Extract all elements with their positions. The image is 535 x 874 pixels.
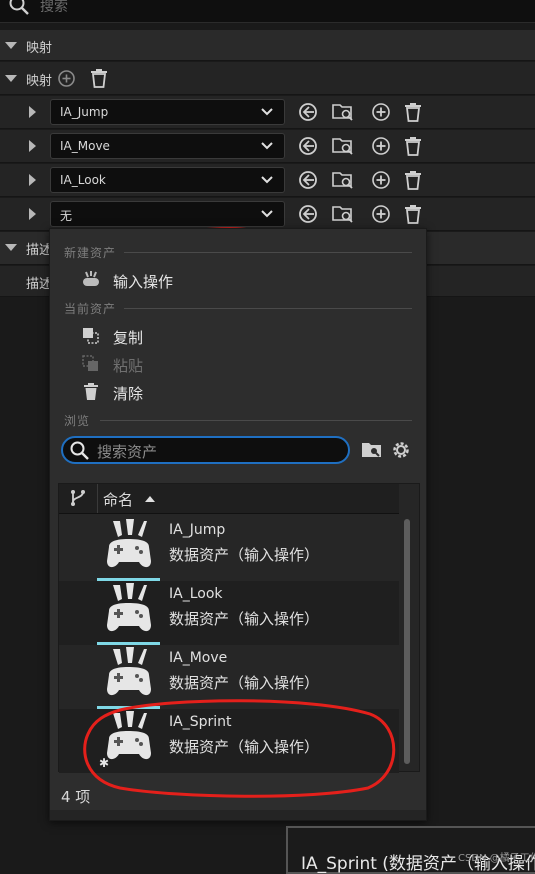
new-asset-header: 新建资产 — [64, 244, 412, 261]
asset-thumbnail — [97, 581, 160, 645]
asset-combo-box[interactable]: IA_Look — [50, 167, 285, 193]
browse-folder-icon[interactable] — [361, 441, 383, 459]
add-icon[interactable] — [371, 204, 391, 224]
add-element-icon[interactable] — [57, 69, 76, 88]
trash-icon[interactable] — [89, 68, 109, 88]
collapse-arrow-icon[interactable] — [5, 42, 17, 49]
trash-icon — [82, 383, 100, 401]
asset-combo-box[interactable]: IA_Jump — [50, 99, 285, 125]
asset-search-input[interactable]: 搜索资产 — [61, 436, 350, 464]
use-selected-icon[interactable] — [298, 136, 318, 156]
mapping-row: IA_Move — [0, 130, 535, 163]
chevron-down-icon — [260, 140, 274, 152]
collapse-arrow-icon[interactable] — [5, 75, 17, 82]
asset-name: IA_Jump — [169, 522, 226, 538]
paste-item[interactable]: 粘贴 — [82, 354, 402, 376]
mapping-row: IA_Jump — [0, 96, 535, 129]
asset-name: IA_Look — [169, 586, 223, 602]
use-selected-icon[interactable] — [298, 204, 318, 224]
gamepad-icon — [107, 583, 151, 632]
asset-combo-box[interactable]: IA_Move — [50, 133, 285, 159]
trash-icon[interactable] — [403, 102, 423, 122]
browse-folder-icon[interactable] — [332, 170, 354, 190]
gamepad-icon — [107, 519, 151, 568]
current-asset-header: 当前资产 — [64, 300, 412, 317]
gear-icon[interactable] — [391, 440, 411, 460]
gamepad-icon — [82, 271, 100, 289]
trash-icon[interactable] — [403, 204, 423, 224]
paste-icon — [82, 355, 100, 373]
expand-arrow-icon[interactable] — [29, 106, 36, 118]
browse-header: 浏览 — [64, 412, 412, 429]
asset-thumbnail — [97, 517, 160, 581]
mappings-label: 映射 — [26, 74, 53, 89]
popup-footer — [50, 810, 426, 820]
section-header-mapping[interactable]: 映射 — [0, 30, 535, 61]
browse-folder-icon[interactable] — [332, 136, 354, 156]
sort-ascending-icon[interactable] — [145, 495, 155, 502]
search-icon — [69, 440, 90, 461]
use-selected-icon[interactable] — [298, 102, 318, 122]
asset-tooltip: IA_Sprint (数据资产（输入操作 CSDN @橘子工作室 — [286, 826, 535, 874]
copy-item[interactable]: 复制 — [82, 326, 402, 348]
combo-value: IA_Move — [60, 139, 110, 153]
asset-name: IA_Move — [169, 650, 228, 666]
new-input-action-label: 输入操作 — [113, 273, 174, 291]
copy-label: 复制 — [113, 329, 144, 347]
combo-value: IA_Look — [60, 173, 106, 187]
asset-search-placeholder: 搜索资产 — [97, 443, 158, 461]
asset-row[interactable]: IA_Look 数据资产（输入操作） — [59, 581, 399, 645]
expand-arrow-icon[interactable] — [29, 174, 36, 186]
asset-type: 数据资产（输入操作） — [169, 546, 320, 564]
chevron-down-icon — [260, 208, 274, 220]
add-icon[interactable] — [371, 136, 391, 156]
asset-type: 数据资产（输入操作） — [169, 610, 320, 628]
browse-folder-icon[interactable] — [332, 102, 354, 122]
mapping-row: IA_Look — [0, 164, 535, 197]
add-icon[interactable] — [371, 102, 391, 122]
paste-label: 粘贴 — [113, 357, 144, 375]
expand-arrow-icon[interactable] — [29, 208, 36, 220]
branch-filter-icon[interactable] — [69, 489, 87, 507]
use-selected-icon[interactable] — [298, 170, 318, 190]
mappings-array-row: 映射 — [0, 62, 535, 95]
copy-icon — [82, 327, 100, 345]
red-annotation-circle — [83, 699, 396, 798]
add-icon[interactable] — [371, 170, 391, 190]
trash-icon[interactable] — [403, 170, 423, 190]
watermark: CSDN @橘子工作室 — [458, 853, 535, 864]
details-search-bar[interactable]: 搜索 — [0, 0, 535, 23]
asset-type: 数据资产（输入操作） — [169, 674, 320, 692]
clear-item[interactable]: 清除 — [82, 382, 402, 404]
clear-label: 清除 — [113, 385, 144, 403]
section-header-label: 映射 — [26, 41, 53, 56]
search-icon — [8, 0, 30, 16]
combo-value: IA_Jump — [60, 105, 109, 119]
list-header: 命名 — [59, 484, 399, 514]
chevron-down-icon — [260, 106, 274, 118]
asset-row[interactable]: IA_Jump 数据资产（输入操作） — [59, 517, 399, 581]
name-column-header[interactable]: 命名 — [103, 489, 133, 510]
trash-icon[interactable] — [403, 136, 423, 156]
collapse-arrow-icon[interactable] — [5, 244, 17, 251]
new-input-action-item[interactable]: 输入操作 — [82, 270, 402, 292]
chevron-down-icon — [260, 174, 274, 186]
search-placeholder: 搜索 — [40, 0, 68, 15]
browse-folder-icon[interactable] — [332, 204, 354, 224]
expand-arrow-icon[interactable] — [29, 140, 36, 152]
